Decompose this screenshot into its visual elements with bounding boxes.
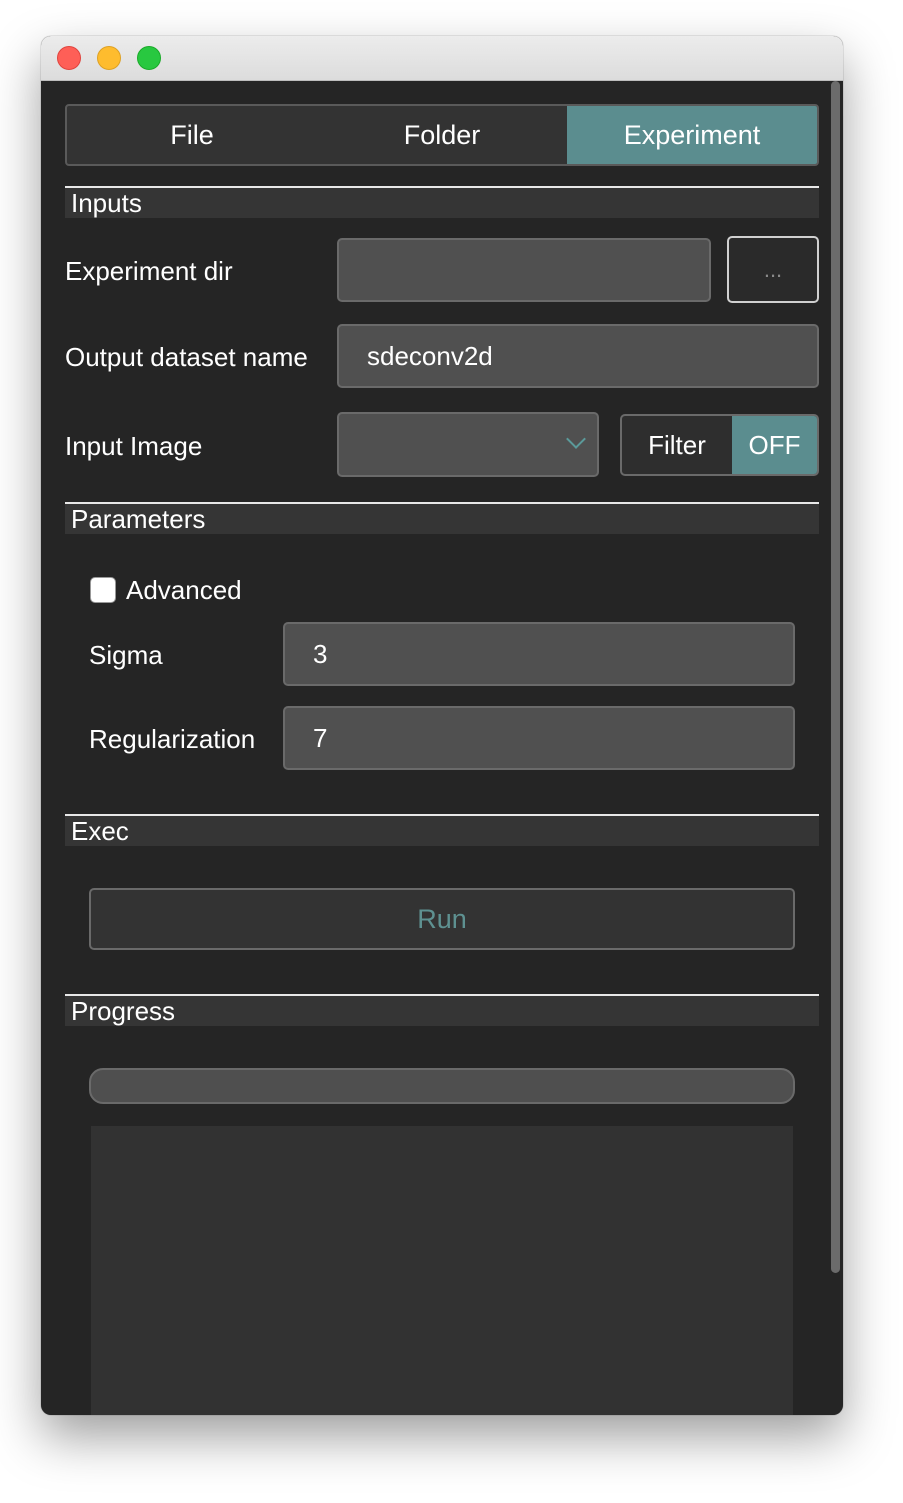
output-dataset-name-input[interactable]: sdeconv2d	[337, 324, 819, 388]
exec-section-header: Exec	[65, 814, 819, 846]
filter-toggle-label: Filter	[648, 429, 706, 460]
vertical-scrollbar[interactable]	[827, 81, 843, 1415]
inputs-section-header: Inputs	[65, 186, 819, 218]
progress-section-header: Progress	[65, 994, 819, 1026]
log-output-area[interactable]	[91, 1126, 793, 1415]
filter-toggle-state[interactable]: OFF	[732, 416, 817, 474]
tab-folder[interactable]: Folder	[317, 106, 567, 164]
regularization-input[interactable]: 7	[283, 706, 795, 770]
title-bar	[41, 36, 843, 81]
advanced-label: Advanced	[126, 575, 242, 605]
input-image-label: Input Image	[65, 431, 203, 461]
chevron-down-icon	[566, 429, 586, 449]
tab-experiment[interactable]: Experiment	[567, 106, 817, 164]
input-image-select[interactable]	[337, 412, 599, 477]
filter-toggle[interactable]: Filter OFF	[620, 414, 819, 476]
minimize-window-button[interactable]	[97, 46, 121, 70]
advanced-checkbox[interactable]	[90, 577, 116, 603]
close-window-button[interactable]	[57, 46, 81, 70]
tab-file[interactable]: File	[67, 106, 317, 164]
sigma-label: Sigma	[89, 640, 163, 670]
browse-button[interactable]: ...	[727, 236, 819, 303]
run-button[interactable]: Run	[89, 888, 795, 950]
tab-bar: File Folder Experiment	[65, 104, 819, 166]
progress-bar	[89, 1068, 795, 1104]
sigma-input[interactable]: 3	[283, 622, 795, 686]
maximize-window-button[interactable]	[137, 46, 161, 70]
scrollbar-thumb[interactable]	[831, 81, 840, 1273]
main-content: File Folder Experiment Inputs Experiment…	[41, 81, 843, 1415]
experiment-dir-input[interactable]	[337, 238, 711, 302]
parameters-section-header: Parameters	[65, 502, 819, 534]
output-dataset-name-label: Output dataset name	[65, 342, 308, 372]
regularization-label: Regularization	[89, 724, 256, 754]
experiment-dir-label: Experiment dir	[65, 256, 233, 286]
app-window: File Folder Experiment Inputs Experiment…	[41, 36, 843, 1415]
